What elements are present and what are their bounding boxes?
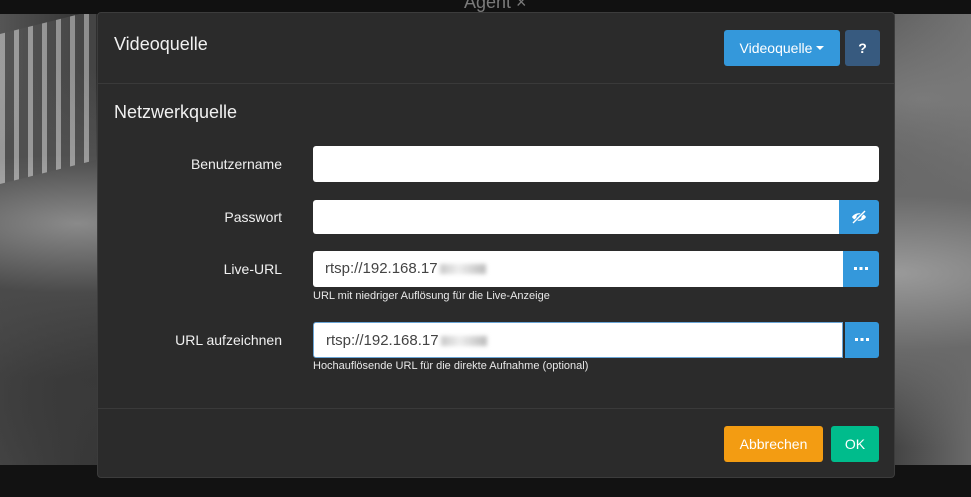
dialog-header: Videoquelle Videoquelle ? bbox=[98, 13, 894, 84]
record-url-label: URL aufzeichnen bbox=[175, 332, 282, 348]
record-url-help: Hochauflösende URL für die direkte Aufna… bbox=[313, 360, 589, 372]
cancel-button-label: Abbrechen bbox=[739, 436, 808, 452]
help-button-label: ? bbox=[858, 40, 867, 56]
record-url-browse-button[interactable] bbox=[845, 322, 879, 358]
video-source-dropdown-button[interactable]: Videoquelle bbox=[724, 30, 840, 66]
section-title: Netzwerkquelle bbox=[114, 102, 238, 122]
live-url-label: Live-URL bbox=[223, 261, 282, 277]
record-url-input[interactable]: rtsp://192.168.17 bbox=[313, 322, 843, 358]
password-label: Passwort bbox=[224, 209, 282, 225]
toggle-password-button[interactable] bbox=[839, 200, 879, 234]
video-source-dropdown-label: Videoquelle bbox=[739, 40, 813, 56]
ellipsis-icon bbox=[855, 338, 869, 341]
redacted-text bbox=[440, 336, 487, 347]
redacted-text bbox=[439, 264, 486, 275]
live-url-browse-button[interactable] bbox=[843, 251, 879, 287]
username-label: Benutzername bbox=[190, 156, 282, 172]
eye-slash-icon bbox=[851, 209, 867, 225]
background-fence bbox=[0, 10, 96, 184]
live-url-value: rtsp://192.168.17 bbox=[325, 260, 438, 277]
caret-down-icon bbox=[816, 46, 825, 51]
dialog-footer: Abbrechen OK bbox=[98, 408, 894, 479]
ok-button[interactable]: OK bbox=[831, 426, 879, 462]
dialog-title: Videoquelle bbox=[114, 34, 208, 54]
username-input[interactable] bbox=[313, 146, 879, 182]
video-source-dialog: Videoquelle Videoquelle ? Netzwerkquelle… bbox=[97, 12, 895, 478]
cancel-button[interactable]: Abbrechen bbox=[724, 426, 823, 462]
live-url-help: URL mit niedriger Auflösung für die Live… bbox=[313, 290, 550, 302]
ok-button-label: OK bbox=[844, 436, 866, 452]
record-url-value: rtsp://192.168.17 bbox=[326, 332, 439, 349]
password-input[interactable] bbox=[313, 200, 839, 234]
live-url-input[interactable]: rtsp://192.168.17 bbox=[313, 251, 843, 287]
ellipsis-icon bbox=[854, 267, 868, 270]
help-button[interactable]: ? bbox=[845, 30, 880, 66]
